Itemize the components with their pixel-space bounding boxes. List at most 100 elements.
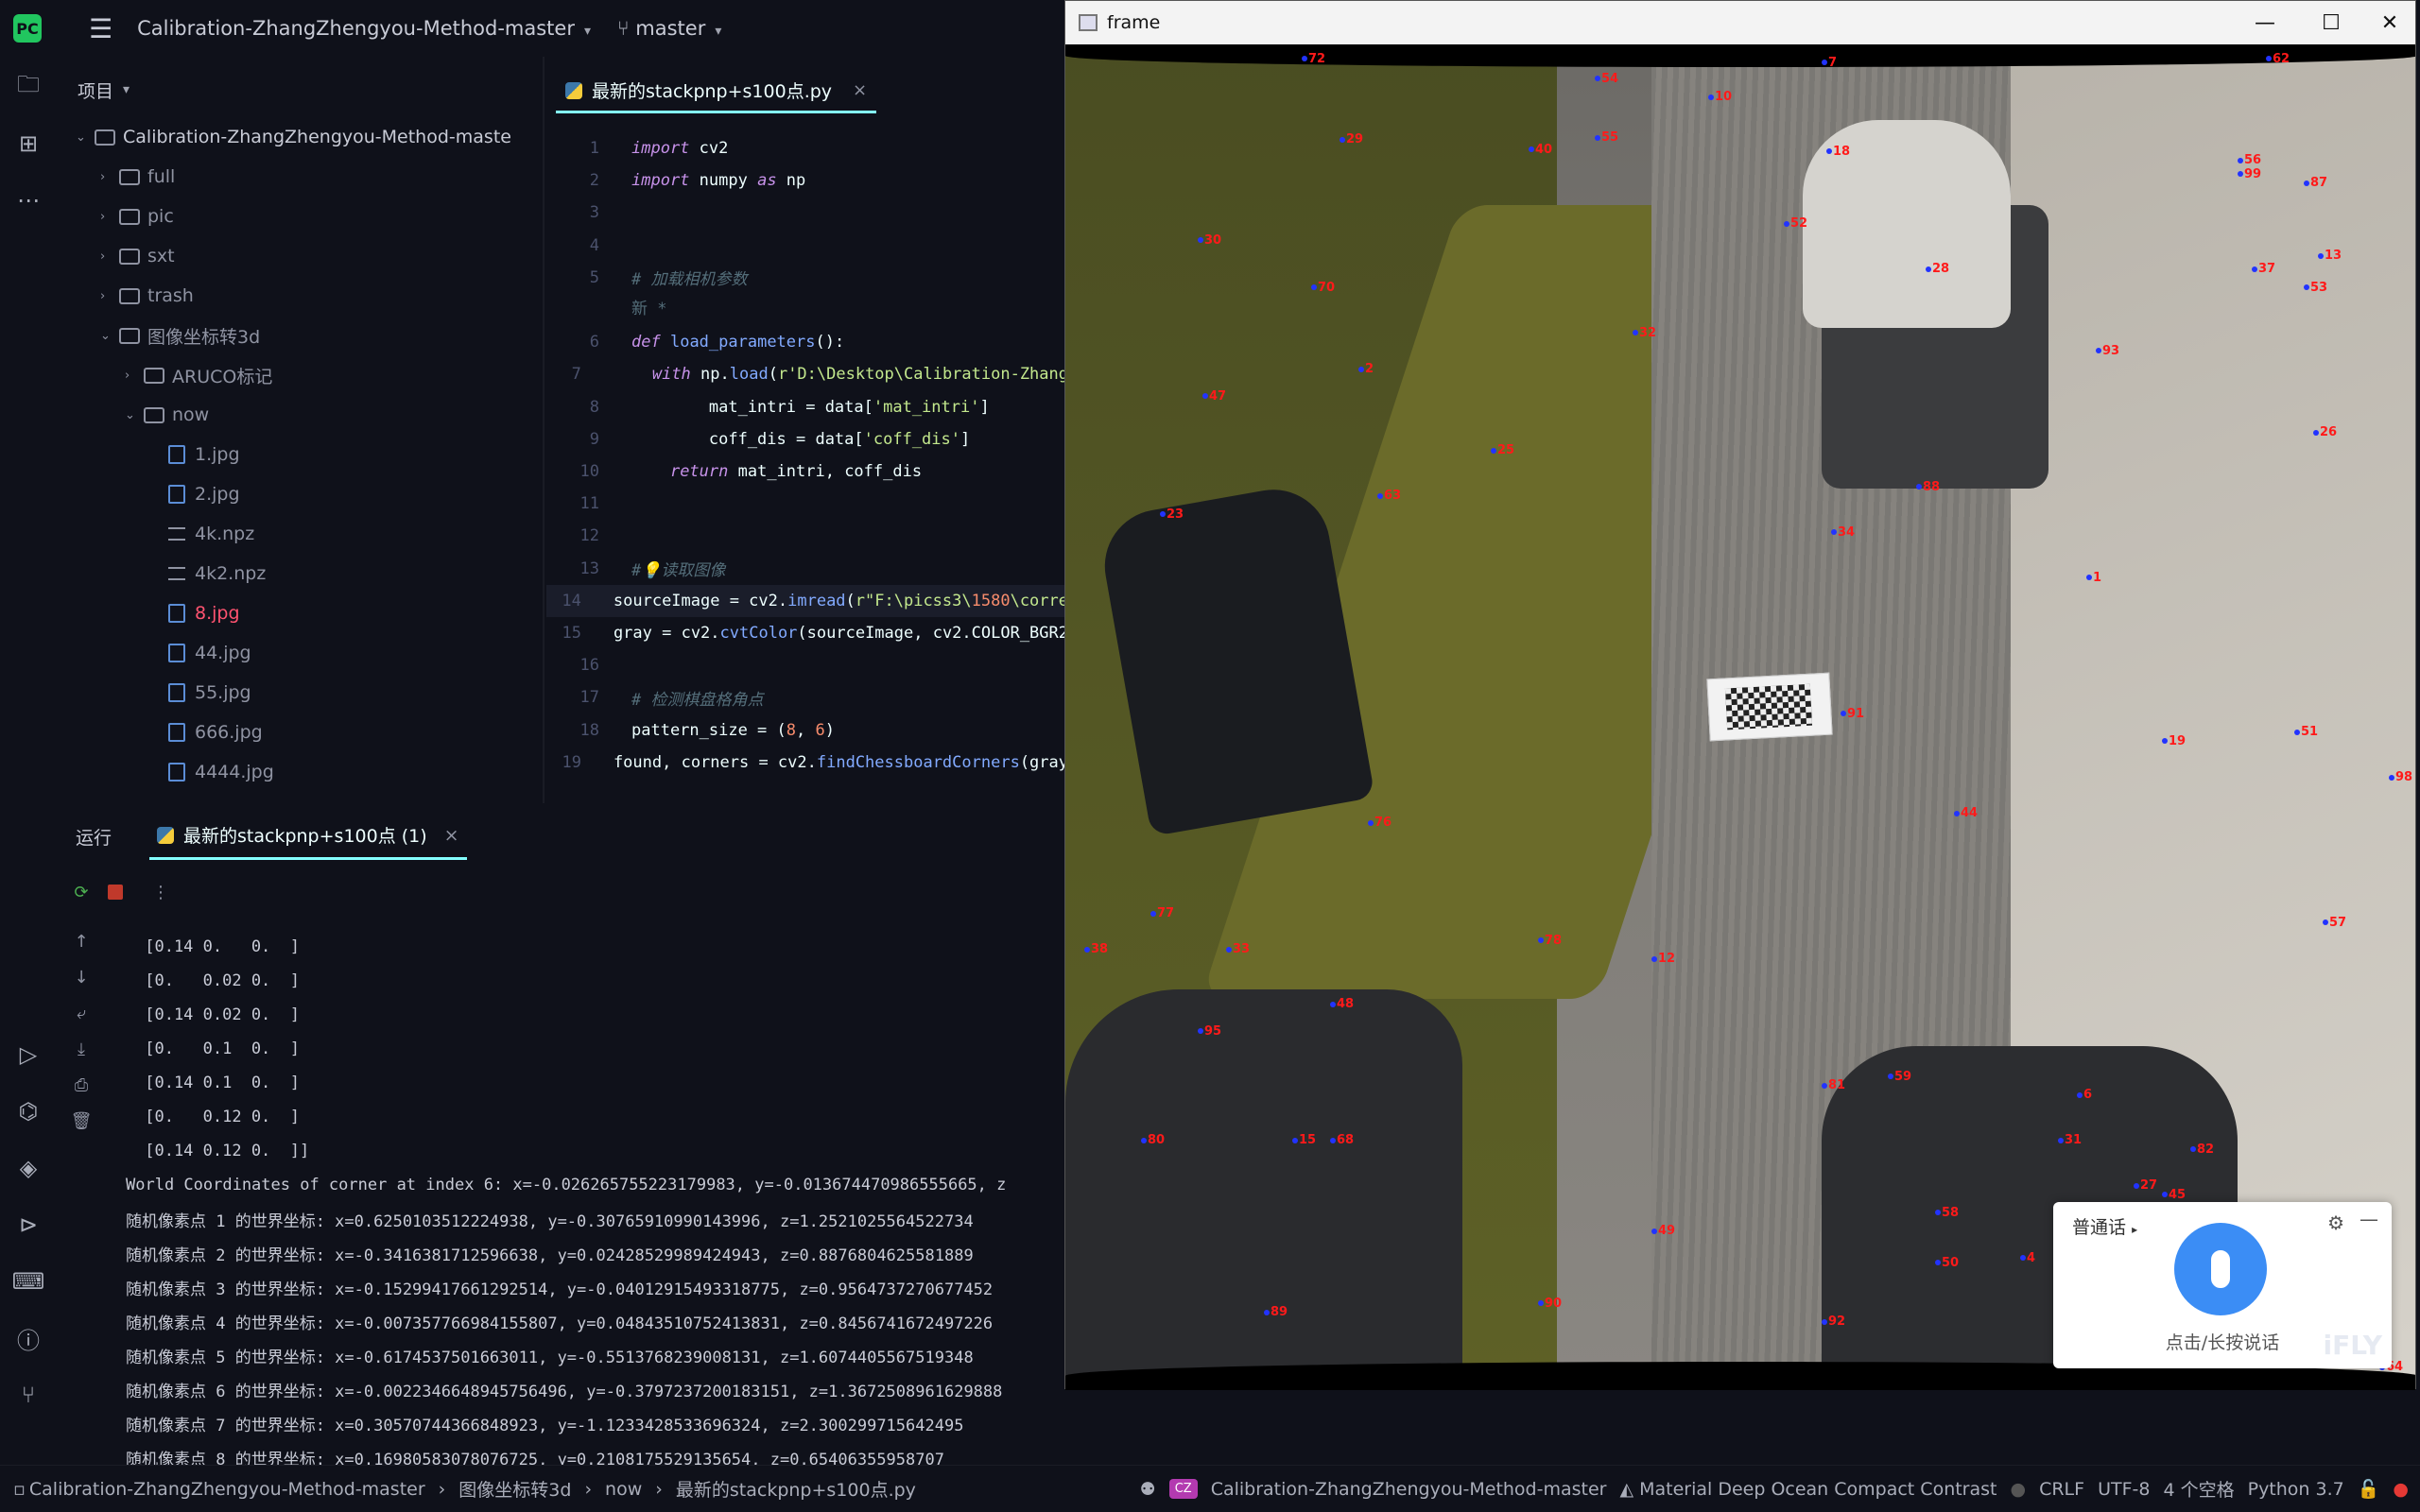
code-line[interactable]: 17 # 检测棋盘格角点 bbox=[546, 681, 1068, 713]
maximize-icon[interactable]: ☐ bbox=[2315, 7, 2347, 39]
voice-input-popup[interactable]: 普通话 ▸ ⚙ — 点击/长按说话 iFLY bbox=[2053, 1202, 2392, 1368]
pycharm-logo-icon[interactable]: PC bbox=[13, 14, 42, 43]
tree-folder[interactable]: ⌄ 图像坐标转3d bbox=[100, 316, 260, 355]
ime-mode[interactable]: 普通话 ▸ bbox=[2072, 1213, 2137, 1239]
code-line[interactable]: 4 bbox=[546, 230, 1068, 262]
run-tab[interactable]: 最新的stackpnp+s100点 (1) × bbox=[149, 813, 467, 860]
tree-folder[interactable]: › trash bbox=[100, 276, 194, 316]
status-project[interactable]: Calibration-ZhangZhengyou-Method-master bbox=[1211, 1479, 1607, 1500]
code-line[interactable]: 8 mat_intri = data['mat_intri'] bbox=[546, 391, 1068, 423]
stop-icon[interactable] bbox=[102, 879, 129, 905]
code-line[interactable]: 11 bbox=[546, 488, 1068, 520]
layers-icon[interactable]: ◈ bbox=[11, 1151, 45, 1185]
minimize-icon[interactable]: — bbox=[2360, 1208, 2378, 1230]
status-encoding[interactable]: UTF-8 bbox=[2098, 1479, 2150, 1500]
scroll-to-end-icon[interactable]: ⤓ bbox=[68, 1036, 95, 1062]
git-icon[interactable]: ⑂ bbox=[11, 1378, 45, 1412]
tree-folder[interactable]: › ARUCO标记 bbox=[125, 355, 272, 395]
panel-divider[interactable] bbox=[543, 57, 544, 803]
project-panel-header[interactable]: 项目 ▾ bbox=[57, 57, 546, 123]
breadcrumb-item[interactable]: Calibration-ZhangZhengyou-Method-master bbox=[29, 1479, 425, 1500]
terminal-icon[interactable]: ⌨ bbox=[11, 1264, 45, 1298]
soft-wrap-icon[interactable]: ⤶ bbox=[68, 1000, 95, 1026]
branch-selector[interactable]: ⑂ master ▾ bbox=[617, 17, 721, 40]
tree-file[interactable]: 8.jpg bbox=[149, 593, 240, 633]
code-line[interactable]: 15 gray = cv2.cvtColor(sourceImage, cv2.C… bbox=[546, 617, 1068, 649]
code-line[interactable]: 13 #💡读取图像 bbox=[546, 553, 1068, 585]
code-line[interactable]: 3 bbox=[546, 197, 1068, 229]
code-line[interactable]: 5 # 加载相机参数 bbox=[546, 262, 1068, 294]
editor-tab[interactable]: 最新的stackpnp+s100点.py × bbox=[556, 70, 877, 113]
chevron-right-icon[interactable]: › bbox=[100, 210, 119, 224]
rerun-icon[interactable]: ⟳ bbox=[68, 879, 95, 905]
status-interpreter[interactable]: Python 3.7 bbox=[2248, 1479, 2344, 1500]
microphone-button[interactable] bbox=[2174, 1223, 2267, 1315]
tree-folder[interactable]: › pic bbox=[100, 197, 174, 236]
chevron-right-icon[interactable]: › bbox=[100, 249, 119, 264]
image-file-icon bbox=[168, 445, 185, 464]
code-line[interactable]: 7 with np.load(r'D:\Desktop\Calibration-… bbox=[546, 358, 1068, 390]
close-icon[interactable]: × bbox=[444, 825, 459, 846]
code-line[interactable]: 16 bbox=[546, 649, 1068, 681]
code-line[interactable]: 新 * bbox=[546, 294, 1068, 318]
chevron-right-icon[interactable]: › bbox=[100, 289, 119, 303]
tree-file[interactable]: 1.jpg bbox=[149, 435, 240, 474]
code-editor[interactable]: 最新的stackpnp+s100点.py × 1 import cv2 2 import… bbox=[546, 57, 1068, 803]
project-selector[interactable]: Calibration-ZhangZhengyou-Method-master ▾ bbox=[137, 17, 591, 40]
chevron-right-icon[interactable]: › bbox=[100, 170, 119, 184]
chevron-down-icon[interactable]: ⌄ bbox=[76, 130, 95, 145]
code-line[interactable]: 18 pattern_size = (8, 6) bbox=[546, 714, 1068, 747]
code-line[interactable]: 1 import cv2 bbox=[546, 132, 1068, 164]
settings-icon[interactable]: ⚙ bbox=[2327, 1211, 2344, 1234]
tree-folder[interactable]: ⌄ Calibration-ZhangZhengyou-Method-maste bbox=[76, 117, 511, 157]
breadcrumb-item[interactable]: 最新的stackpnp+s100点.py bbox=[676, 1476, 916, 1502]
minimize-icon[interactable]: — bbox=[2249, 7, 2281, 39]
folder-icon[interactable]: 🗀 bbox=[11, 70, 45, 104]
chevron-down-icon[interactable]: ⌄ bbox=[125, 408, 144, 422]
frame-window[interactable]: frame — ☐ ✕ 72 54 7 62 55 10 18 56 29 99 87 40 13 53 3… bbox=[1064, 0, 2416, 1390]
tree-file[interactable]: 55.jpg bbox=[149, 673, 251, 713]
tree-file[interactable]: 2.jpg bbox=[149, 474, 240, 514]
close-icon[interactable]: × bbox=[853, 80, 867, 100]
tree-file[interactable]: 4k2.npz bbox=[149, 554, 266, 593]
breadcrumb-item[interactable]: 图像坐标转3d bbox=[458, 1476, 571, 1502]
main-menu-icon[interactable]: ☰ bbox=[89, 13, 112, 44]
scroll-down-icon[interactable]: ↓ bbox=[68, 964, 95, 990]
status-line-separator[interactable]: CRLF bbox=[2039, 1479, 2084, 1500]
close-icon[interactable]: ✕ bbox=[2374, 7, 2406, 39]
run-icon[interactable]: ▷ bbox=[11, 1038, 45, 1072]
tree-file[interactable]: 4444.jpg bbox=[149, 752, 274, 792]
structure-icon[interactable]: ⊞ bbox=[11, 127, 45, 161]
code-line[interactable]: 19 found, corners = cv2.findChessboardCor… bbox=[546, 747, 1068, 779]
problems-icon[interactable]: ⓘ bbox=[11, 1321, 45, 1355]
more-icon[interactable]: ⋯ bbox=[11, 183, 45, 217]
tree-folder[interactable]: › full bbox=[100, 157, 175, 197]
status-indent[interactable]: 4 个空格 bbox=[2163, 1476, 2234, 1502]
print-icon[interactable]: ⎙ bbox=[68, 1072, 95, 1098]
error-icon[interactable]: ● bbox=[2393, 1479, 2409, 1500]
services-icon[interactable]: ⊳ bbox=[11, 1208, 45, 1242]
scroll-up-icon[interactable]: ↑ bbox=[68, 928, 95, 954]
python-console-icon[interactable]: ⌬ bbox=[11, 1094, 45, 1128]
tree-folder[interactable]: › sxt bbox=[100, 236, 175, 276]
tree-file[interactable]: 4k.npz bbox=[149, 514, 254, 554]
status-theme[interactable]: Material Deep Ocean Compact Contrast bbox=[1639, 1479, 1996, 1500]
tree-file[interactable]: 666.jpg bbox=[149, 713, 263, 752]
chevron-down-icon[interactable]: ⌄ bbox=[100, 329, 119, 343]
code-line[interactable]: 2 import numpy as np bbox=[546, 164, 1068, 197]
more-icon[interactable]: ⋮ bbox=[147, 879, 174, 905]
breadcrumb-item[interactable]: now bbox=[605, 1479, 642, 1500]
copilot-icon[interactable]: ⚉ bbox=[1140, 1479, 1156, 1500]
code-line[interactable]: 12 bbox=[546, 520, 1068, 552]
tree-folder[interactable]: ⌄ now bbox=[125, 395, 209, 435]
trash-icon[interactable]: 🗑 bbox=[68, 1108, 95, 1134]
code-line[interactable]: 14 sourceImage = cv2.imread(r"F:\picss3\1… bbox=[546, 584, 1068, 617]
tree-file[interactable]: 44.jpg bbox=[149, 633, 251, 673]
code-line[interactable]: 9 coff_dis = data['coff_dis'] bbox=[546, 423, 1068, 455]
frame-titlebar[interactable]: frame — ☐ ✕ bbox=[1065, 1, 2415, 44]
code-line[interactable]: 6 def load_parameters(): bbox=[546, 326, 1068, 358]
lock-icon[interactable]: 🔓 bbox=[2358, 1478, 2380, 1500]
chevron-right-icon[interactable]: › bbox=[125, 369, 144, 383]
run-console[interactable]: ⟳ ⋮ ↑ ↓ ⤶ ⤓ ⎙ 🗑 [0.14 0. 0. ] [0. 0.02 0… bbox=[57, 869, 1068, 1469]
code-line[interactable]: 10 return mat_intri, coff_dis bbox=[546, 455, 1068, 488]
